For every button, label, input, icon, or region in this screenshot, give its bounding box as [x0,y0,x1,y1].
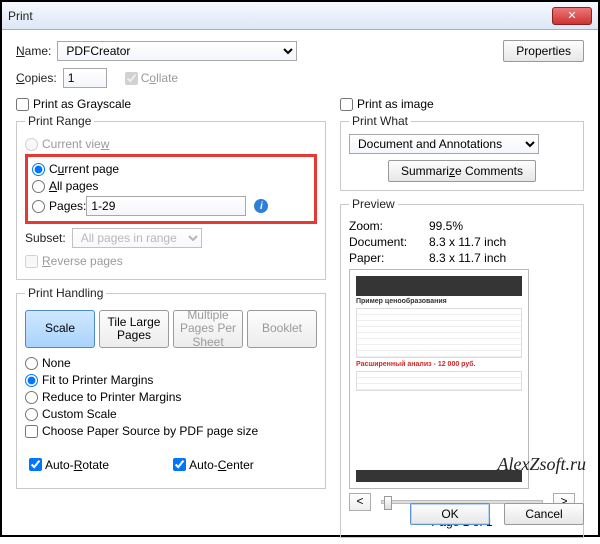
subset-label: Subset: [25,231,66,245]
print-what-select[interactable]: Document and Annotations [349,134,539,154]
reverse-checkbox [25,255,38,268]
document-value: 8.3 x 11.7 inch [429,235,506,249]
current-page-label: Current page [49,162,119,176]
collate-checkbox [125,72,138,85]
cancel-button[interactable]: Cancel [504,503,584,525]
info-icon[interactable]: i [254,199,268,213]
print-handling-legend: Print Handling [25,286,106,300]
properties-button[interactable]: Properties [503,40,584,62]
all-pages-label: All pages [49,179,98,193]
pages-input[interactable] [86,196,246,216]
all-pages-radio[interactable] [32,180,45,193]
fit-radio[interactable] [25,374,38,387]
print-what-legend: Print What [349,114,411,128]
document-label: Document: [349,235,429,249]
tab-tile[interactable]: Tile Large Pages [99,310,169,348]
preview-group: Preview Zoom:99.5% Document:8.3 x 11.7 i… [340,197,584,538]
paper-value: 8.3 x 11.7 inch [429,251,506,265]
reduce-label: Reduce to Printer Margins [42,390,181,404]
subset-select: All pages in range [72,228,202,248]
zoom-value: 99.5% [429,219,463,233]
close-icon[interactable]: ✕ [552,7,592,25]
custom-radio[interactable] [25,408,38,421]
none-label: None [42,356,71,370]
tab-booklet[interactable]: Booklet [247,310,317,348]
pages-radio[interactable] [32,200,45,213]
prev-page-button[interactable]: < [349,493,371,511]
print-range-legend: Print Range [25,114,94,128]
copies-input[interactable] [63,68,107,88]
summarize-button[interactable]: Summarize Comments [388,160,536,182]
window-title: Print [8,9,33,23]
pages-label: Pages: [49,199,86,213]
print-range-group: Print Range Current view Current page Al… [16,114,326,280]
paper-source-checkbox[interactable] [25,425,38,438]
printer-select[interactable]: PDFCreator [57,41,297,61]
preview-red-text: Расширенный анализ - 12 000 руб. [356,361,522,368]
collate-label: Collate [141,71,178,85]
preview-legend: Preview [349,197,398,211]
fit-label: Fit to Printer Margins [42,373,153,387]
reduce-radio[interactable] [25,391,38,404]
paper-source-label: Choose Paper Source by PDF page size [42,424,258,438]
auto-center-label: Auto-Center [189,458,254,472]
print-what-group: Print What Document and Annotations Summ… [340,114,584,191]
current-view-radio [25,138,38,151]
highlighted-range-box: Current page All pages Pages: i [25,154,317,224]
current-page-radio[interactable] [32,163,45,176]
tab-multiple[interactable]: Multiple Pages Per Sheet [173,310,243,348]
grayscale-label: Print as Grayscale [33,97,131,111]
current-view-label: Current view [42,137,109,151]
watermark: AlexZsoft.ru [498,454,587,475]
print-handling-group: Print Handling Scale Tile Large Pages Mu… [16,286,326,489]
auto-rotate-label: Auto-Rotate [45,458,109,472]
print-as-image-label: Print as image [357,97,434,111]
copies-label: Copies: [16,71,57,85]
ok-button[interactable]: OK [410,503,490,525]
none-radio[interactable] [25,357,38,370]
grayscale-checkbox[interactable] [16,98,29,111]
print-as-image-checkbox[interactable] [340,98,353,111]
reverse-label: Reverse pages [42,254,123,268]
tab-scale[interactable]: Scale [25,310,95,348]
title-bar: Print ✕ [2,2,598,30]
paper-label: Paper: [349,251,429,265]
name-label: Name: [16,44,51,58]
auto-rotate-checkbox[interactable] [29,458,42,471]
zoom-label: Zoom: [349,219,429,233]
custom-label: Custom Scale [42,407,117,421]
auto-center-checkbox[interactable] [173,458,186,471]
